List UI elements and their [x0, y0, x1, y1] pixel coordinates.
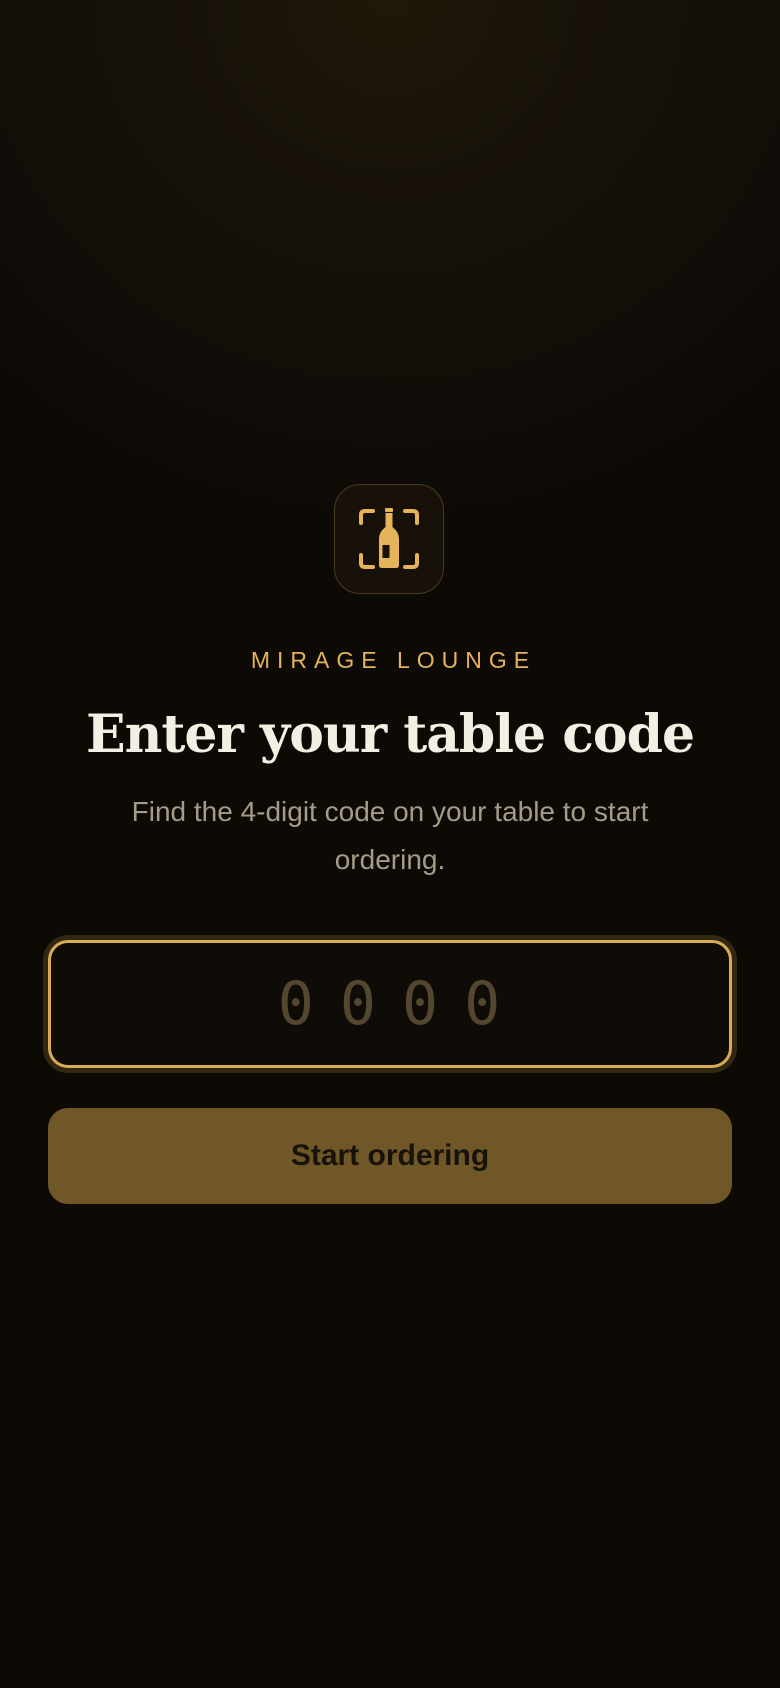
page-subtitle: Find the 4-digit code on your table to s… — [131, 796, 649, 875]
table-code-screen: MIRAGE LOUNGE Enter your table code Find… — [0, 0, 780, 1688]
bottle-scan-icon — [359, 508, 419, 569]
page-title: Enter your table code — [85, 704, 695, 765]
start-ordering-button[interactable]: Start ordering — [48, 1108, 732, 1204]
venue-logo — [334, 484, 444, 594]
table-code-input[interactable] — [48, 940, 732, 1068]
venue-name: MIRAGE LOUNGE — [250, 647, 537, 673]
